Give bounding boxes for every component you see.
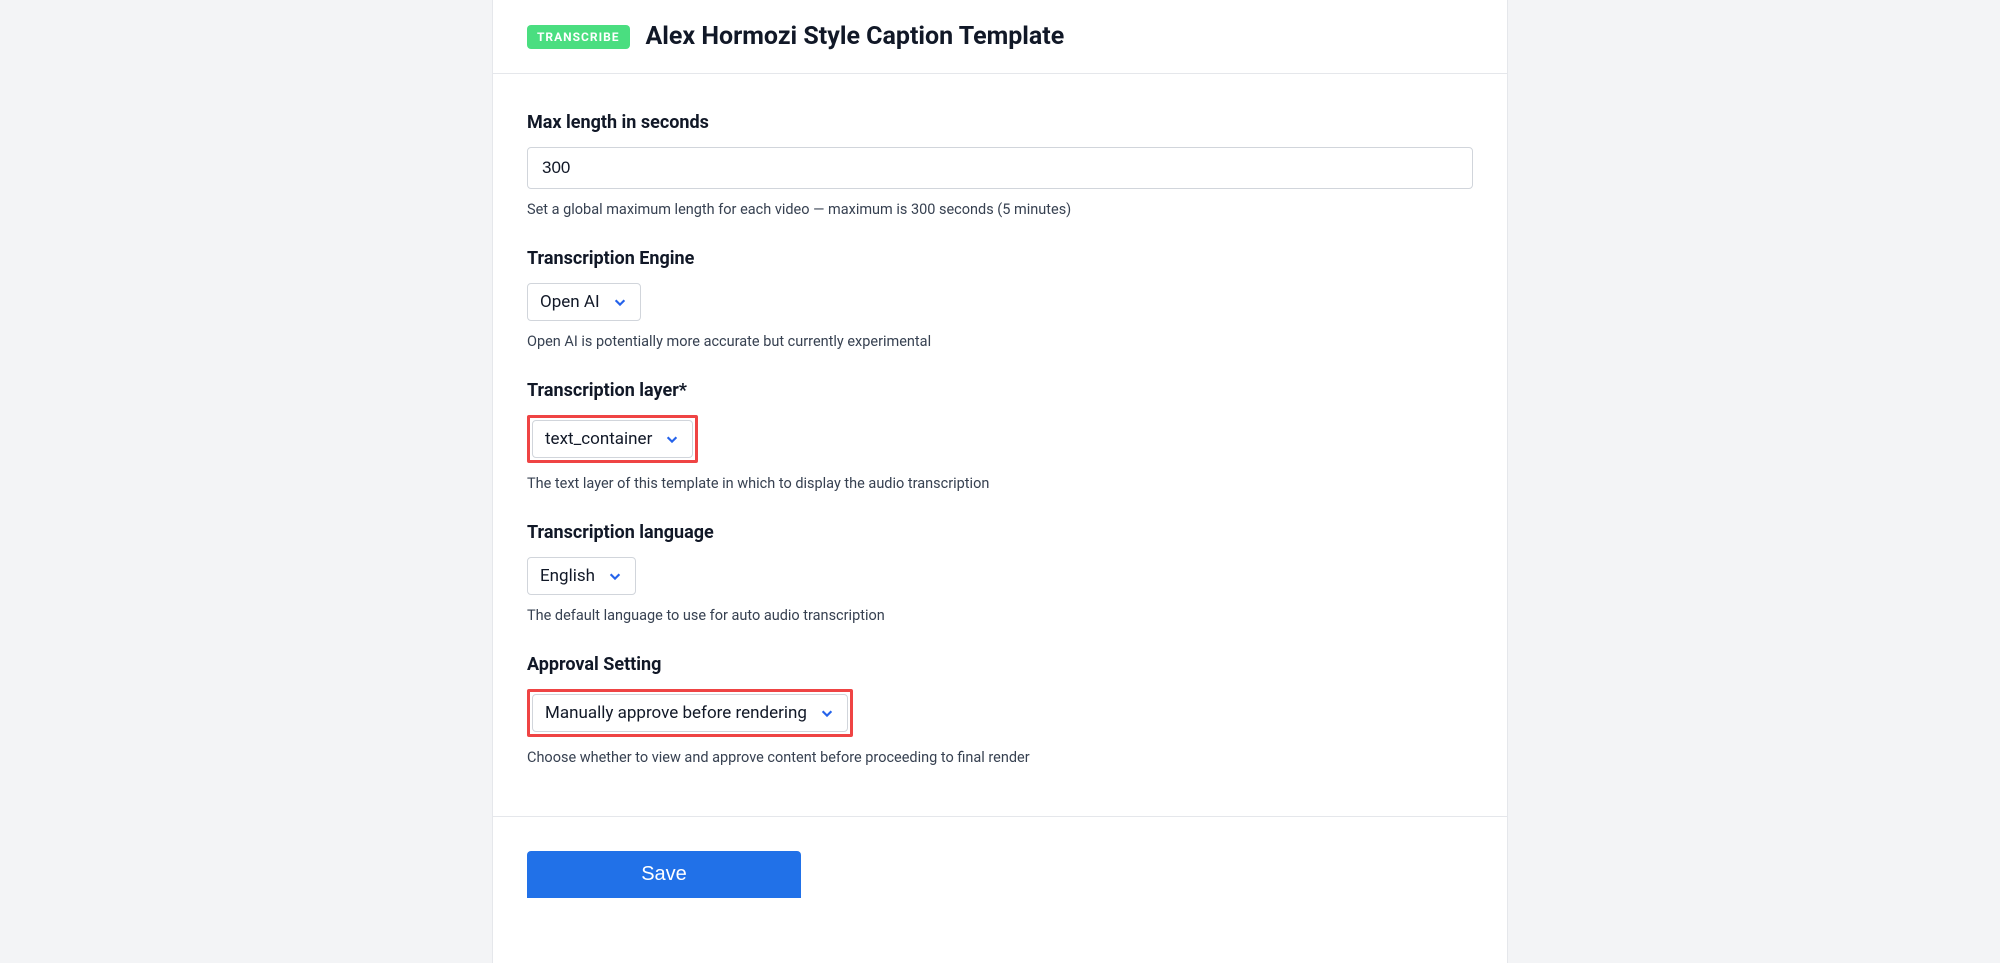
save-button[interactable]: Save: [527, 851, 801, 898]
language-select[interactable]: English: [527, 557, 636, 595]
layer-helper: The text layer of this template in which…: [527, 475, 1473, 492]
max-length-input[interactable]: [527, 147, 1473, 189]
layer-highlight-box: text_container: [527, 415, 698, 463]
chevron-down-icon: [664, 431, 680, 447]
approval-label: Approval Setting: [527, 654, 1473, 675]
approval-helper: Choose whether to view and approve conte…: [527, 749, 1473, 766]
language-helper: The default language to use for auto aud…: [527, 607, 1473, 624]
approval-highlight-box: Manually approve before rendering: [527, 689, 853, 737]
chevron-down-icon: [819, 705, 835, 721]
layer-value: text_container: [545, 429, 652, 449]
language-value: English: [540, 566, 595, 586]
field-max-length: Max length in seconds Set a global maxim…: [527, 112, 1473, 218]
field-approval-setting: Approval Setting Manually approve before…: [527, 654, 1473, 766]
field-transcription-language: Transcription language English The defau…: [527, 522, 1473, 624]
form-body: Max length in seconds Set a global maxim…: [493, 74, 1507, 816]
language-label: Transcription language: [527, 522, 1473, 543]
max-length-helper: Set a global maximum length for each vid…: [527, 201, 1473, 218]
layer-select[interactable]: text_container: [532, 420, 693, 458]
page-title: Alex Hormozi Style Caption Template: [646, 22, 1065, 51]
approval-select[interactable]: Manually approve before rendering: [532, 694, 848, 732]
engine-helper: Open AI is potentially more accurate but…: [527, 333, 1473, 350]
chevron-down-icon: [612, 294, 628, 310]
layer-label: Transcription layer*: [527, 380, 1473, 401]
chevron-down-icon: [607, 568, 623, 584]
engine-label: Transcription Engine: [527, 248, 1473, 269]
engine-select[interactable]: Open AI: [527, 283, 641, 321]
approval-value: Manually approve before rendering: [545, 703, 807, 723]
engine-value: Open AI: [540, 292, 600, 312]
page-header: TRANSCRIBE Alex Hormozi Style Caption Te…: [493, 0, 1507, 74]
field-transcription-layer: Transcription layer* text_container The …: [527, 380, 1473, 492]
footer-section: Save: [493, 816, 1507, 898]
field-transcription-engine: Transcription Engine Open AI Open AI is …: [527, 248, 1473, 350]
page-container: TRANSCRIBE Alex Hormozi Style Caption Te…: [492, 0, 1508, 963]
transcribe-badge: TRANSCRIBE: [527, 25, 630, 49]
max-length-label: Max length in seconds: [527, 112, 1473, 133]
